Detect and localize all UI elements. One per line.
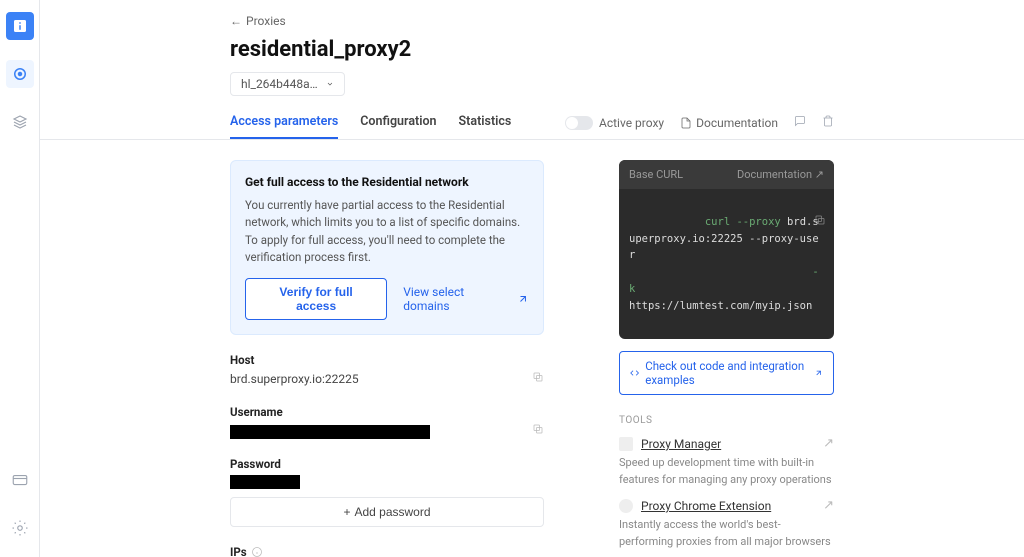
- unit-selector-label: hl_264b448a (Draft.d…: [241, 77, 320, 91]
- code-example-box: Base CURL Documentation ↗ curl --proxy b…: [619, 160, 834, 339]
- documentation-link[interactable]: Documentation: [680, 116, 778, 130]
- delete-icon[interactable]: [822, 115, 834, 131]
- add-password-button[interactable]: + Add password: [230, 497, 544, 527]
- external-link-icon: [814, 367, 823, 379]
- main-content: ← Proxies residential_proxy2 hl_264b448a…: [40, 0, 1024, 557]
- back-arrow-icon: ←: [230, 14, 242, 28]
- ips-label: IPs: [230, 545, 544, 557]
- back-link[interactable]: ← Proxies: [230, 14, 286, 28]
- code-doc-label: Documentation: [737, 168, 812, 181]
- copy-host-icon[interactable]: [532, 371, 544, 387]
- code-tab-label[interactable]: Base CURL: [629, 168, 683, 181]
- banner-title: Get full access to the Residential netwo…: [245, 175, 529, 189]
- integration-btn-label: Check out code and integration examples: [645, 359, 808, 387]
- tab-access-parameters[interactable]: Access parameters: [230, 106, 338, 139]
- documentation-label: Documentation: [696, 116, 778, 130]
- tools-heading: TOOLS: [619, 415, 834, 426]
- access-banner: Get full access to the Residential netwo…: [230, 160, 544, 335]
- document-icon: [680, 117, 692, 129]
- tabs-row: Access parameters Configuration Statisti…: [40, 106, 1024, 140]
- tool-description: Instantly access the world's best-perfor…: [619, 517, 834, 550]
- banner-text: You currently have partial access to the…: [245, 197, 529, 266]
- view-domains-link[interactable]: View select domains: [403, 285, 529, 313]
- host-label: Host: [230, 353, 544, 367]
- tool-name-link[interactable]: Proxy Chrome Extension: [641, 499, 771, 513]
- sidebar-billing-icon[interactable]: [6, 466, 34, 494]
- sidebar-settings-icon[interactable]: [6, 514, 34, 542]
- tool-name-link[interactable]: Proxy Manager: [641, 437, 721, 451]
- copy-username-icon[interactable]: [532, 423, 544, 439]
- username-label: Username: [230, 405, 544, 419]
- sidebar-info-icon[interactable]: [6, 12, 34, 40]
- copy-code-icon[interactable]: [725, 197, 826, 248]
- username-value-redacted: [230, 425, 430, 439]
- tab-configuration[interactable]: Configuration: [360, 106, 436, 139]
- tool-open-icon[interactable]: ↗: [823, 498, 834, 513]
- comment-icon[interactable]: [794, 115, 806, 131]
- sidebar-location-icon[interactable]: [6, 60, 34, 88]
- tool-description: Speed up development time with built-in …: [619, 455, 834, 488]
- tool-proxy-manager: Proxy Manager ↗ Speed up development tim…: [619, 436, 834, 488]
- tool-icon: [619, 499, 633, 513]
- page-title: residential_proxy2: [230, 37, 1024, 62]
- active-proxy-toggle[interactable]: [565, 116, 593, 130]
- verify-button[interactable]: Verify for full access: [245, 278, 387, 320]
- integration-examples-button[interactable]: Check out code and integration examples: [619, 351, 834, 395]
- tool-open-icon[interactable]: ↗: [823, 436, 834, 451]
- back-label: Proxies: [246, 14, 286, 28]
- code-icon: [630, 367, 639, 379]
- code-documentation-link[interactable]: Documentation ↗: [737, 168, 824, 181]
- add-password-label: Add password: [354, 505, 430, 519]
- view-domains-label: View select domains: [403, 285, 513, 313]
- chevron-down-icon: [326, 78, 334, 90]
- code-body: curl --proxy brd.superproxy.io:22225 --p…: [619, 189, 834, 339]
- info-icon[interactable]: [251, 546, 263, 557]
- host-value: brd.superproxy.io:22225: [230, 372, 359, 386]
- plus-icon: +: [343, 505, 350, 519]
- unit-selector[interactable]: hl_264b448a (Draft.d…: [230, 72, 345, 96]
- sidebar-layers-icon[interactable]: [6, 108, 34, 136]
- sidebar: [0, 0, 40, 557]
- tool-icon: [619, 437, 633, 451]
- external-link-icon: [517, 293, 529, 305]
- password-label: Password: [230, 457, 544, 471]
- active-proxy-label: Active proxy: [599, 116, 664, 130]
- password-value-redacted: [230, 475, 300, 489]
- tool-chrome-extension: Proxy Chrome Extension ↗ Instantly acces…: [619, 498, 834, 550]
- tab-statistics[interactable]: Statistics: [459, 106, 512, 139]
